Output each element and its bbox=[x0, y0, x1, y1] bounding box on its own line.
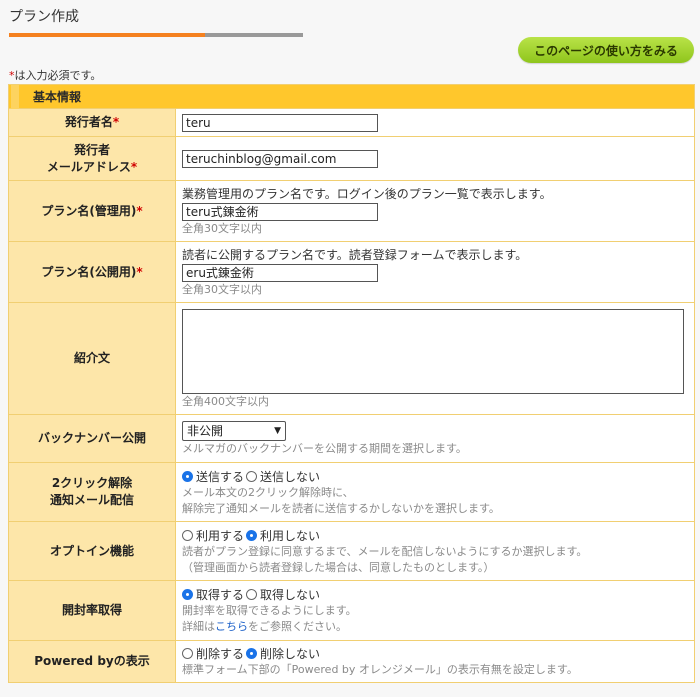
plan-admin-hint: 全角30文字以内 bbox=[182, 221, 262, 235]
powered-by-keep-label[interactable]: 削除しない bbox=[260, 645, 320, 662]
two-click-send-label[interactable]: 送信する bbox=[196, 468, 244, 485]
plan-public-hint: 全角30文字以内 bbox=[182, 282, 262, 296]
plan-public-input[interactable]: eru式錬金術 bbox=[182, 263, 378, 282]
row-plan-public: プラン名(公開用)* 読者に公開するプラン名です。読者登録フォームで表示します。… bbox=[8, 241, 696, 303]
open-rate-get-radio[interactable] bbox=[182, 589, 193, 600]
backnumber-selected: 非公開 bbox=[187, 424, 224, 438]
backnumber-label: バックナンバー公開 bbox=[8, 414, 176, 463]
required-note: *は入力必須です。 bbox=[9, 67, 101, 83]
section-header-mark bbox=[11, 85, 19, 109]
title-underline-accent bbox=[9, 33, 205, 37]
basic-info-form: 基本情報 発行者名* teru 発行者 メールアドレス* teruchinblo… bbox=[7, 84, 696, 683]
backnumber-hint: メルマガのバックナンバーを公開する期間を選択します。 bbox=[182, 441, 467, 455]
intro-textarea[interactable] bbox=[182, 309, 684, 394]
powered-by-delete-label[interactable]: 削除する bbox=[196, 645, 244, 662]
open-rate-get-label[interactable]: 取得する bbox=[196, 586, 244, 603]
backnumber-select[interactable]: 非公開 ▼ bbox=[182, 420, 286, 441]
open-rate-options: 取得する 取得しない bbox=[182, 586, 688, 603]
optin-use-radio[interactable] bbox=[182, 529, 193, 541]
plan-admin-description: 業務管理用のプラン名です。ログイン後のプラン一覧で表示します。 bbox=[182, 186, 552, 201]
plan-admin-label: プラン名(管理用)* bbox=[8, 180, 176, 242]
open-rate-hint-1: 開封率を取得できるようにします。 bbox=[182, 604, 357, 617]
title-underline bbox=[9, 33, 303, 37]
details-link[interactable]: こちら bbox=[215, 620, 248, 633]
two-click-nosend-label[interactable]: 送信しない bbox=[260, 468, 320, 485]
intro-label: 紹介文 bbox=[8, 302, 176, 415]
two-click-send-radio[interactable] bbox=[182, 470, 193, 482]
row-open-rate: 開封率取得 取得する 取得しない 開封率を取得できるようにします。 詳細はこちら… bbox=[8, 580, 696, 641]
row-powered-by: Powered byの表示 削除する 削除しない 標準フォーム下部の「Power… bbox=[8, 640, 696, 683]
plan-admin-input[interactable]: teru式錬金術 bbox=[182, 202, 378, 221]
optin-hint-2: （管理画面から読者登録した場合は、同意したものとします。） bbox=[182, 560, 495, 574]
optin-hint-1: 読者がプラン登録に同意するまで、メールを配信しないようにするか選択します。 bbox=[182, 544, 588, 558]
row-email: 発行者 メールアドレス* teruchinblog@gmail.com bbox=[8, 136, 696, 181]
two-click-hint-2: 解除完了通知メールを読者に送信するかしないかを選択します。 bbox=[182, 501, 500, 515]
section-header: 基本情報 bbox=[7, 84, 696, 109]
required-note-text: は入力必須です。 bbox=[14, 69, 102, 82]
intro-hint: 全角400文字以内 bbox=[182, 395, 269, 408]
row-optin: オプトイン機能 利用する 利用しない 読者がプラン登録に同意するまで、メールを配… bbox=[8, 521, 696, 581]
help-button[interactable]: このページの使い方をみる bbox=[518, 37, 694, 63]
open-rate-noget-label[interactable]: 取得しない bbox=[260, 586, 320, 603]
optin-nouse-label[interactable]: 利用しない bbox=[260, 527, 320, 544]
issuer-label: 発行者名* bbox=[8, 108, 176, 137]
row-backnumber: バックナンバー公開 非公開 ▼ メルマガのバックナンバーを公開する期間を選択しま… bbox=[8, 414, 696, 463]
powered-by-hint: 標準フォーム下部の「Powered by オレンジメール」の表示有無を設定します… bbox=[182, 663, 578, 676]
two-click-nosend-radio[interactable] bbox=[246, 470, 258, 482]
open-rate-label: 開封率取得 bbox=[8, 580, 176, 641]
plan-public-description: 読者に公開するプラン名です。読者登録フォームで表示します。 bbox=[182, 247, 528, 262]
chevron-down-icon: ▼ bbox=[274, 425, 281, 436]
optin-nouse-radio[interactable] bbox=[246, 529, 258, 541]
email-label: 発行者 メールアドレス* bbox=[8, 136, 176, 181]
two-click-options: 送信する 送信しない bbox=[182, 468, 688, 485]
open-rate-noget-radio[interactable] bbox=[246, 589, 258, 600]
optin-label: オプトイン機能 bbox=[8, 521, 176, 581]
open-rate-hint-2: 詳細はこちらをご参照ください。 bbox=[182, 620, 347, 633]
powered-by-delete-radio[interactable] bbox=[182, 648, 193, 659]
optin-options: 利用する 利用しない bbox=[182, 527, 688, 544]
optin-use-label[interactable]: 利用する bbox=[196, 527, 244, 544]
issuer-input[interactable]: teru bbox=[182, 113, 378, 132]
two-click-label: 2クリック解除 通知メール配信 bbox=[8, 462, 176, 522]
row-two-click: 2クリック解除 通知メール配信 送信する 送信しない メール本文の2クリック解除… bbox=[8, 462, 696, 522]
powered-by-label: Powered byの表示 bbox=[8, 640, 176, 683]
page-title: プラン作成 bbox=[9, 9, 79, 25]
section-title: 基本情報 bbox=[33, 90, 82, 104]
plan-public-label: プラン名(公開用)* bbox=[8, 241, 176, 303]
row-intro: 紹介文 全角400文字以内 bbox=[8, 302, 696, 415]
row-issuer: 発行者名* teru bbox=[8, 108, 696, 137]
two-click-hint-1: メール本文の2クリック解除時に、 bbox=[182, 485, 354, 499]
row-plan-admin: プラン名(管理用)* 業務管理用のプラン名です。ログイン後のプラン一覧で表示しま… bbox=[8, 180, 696, 242]
email-input[interactable]: teruchinblog@gmail.com bbox=[182, 149, 378, 168]
powered-by-keep-radio[interactable] bbox=[246, 648, 258, 659]
powered-by-options: 削除する 削除しない bbox=[182, 645, 688, 662]
